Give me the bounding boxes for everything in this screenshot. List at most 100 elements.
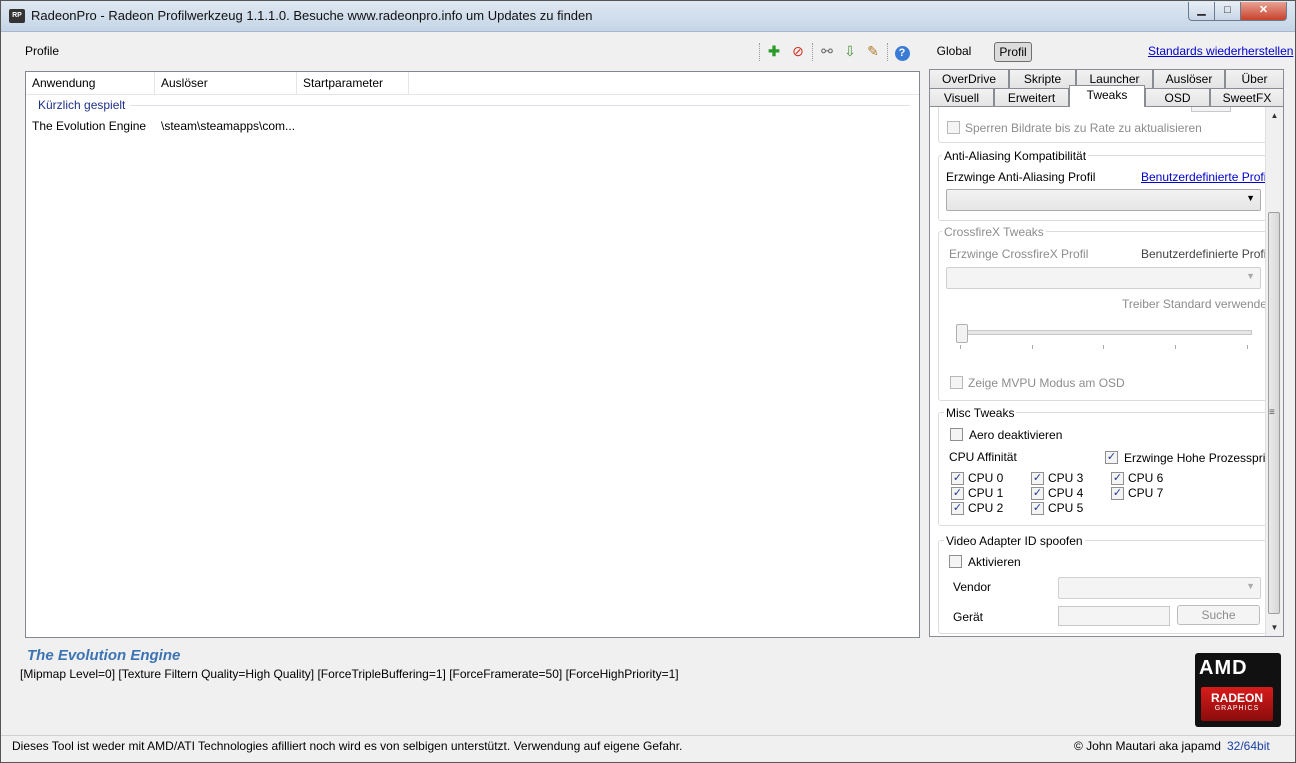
high-priority-checkbox[interactable]: ✓ xyxy=(1105,451,1118,464)
tab-osd[interactable]: OSD xyxy=(1145,88,1210,107)
graphics-text: GRAPHICS xyxy=(1214,705,1260,712)
search-button[interactable]: Suche xyxy=(1177,605,1260,625)
cpu7-checkbox[interactable]: ✓ xyxy=(1111,487,1124,500)
profile-params-summary: [Mipmap Level=0] [Texture Filtern Qualit… xyxy=(20,667,679,681)
help-icon[interactable]: ? xyxy=(892,41,912,61)
mvpu-checkbox[interactable] xyxy=(950,376,963,389)
aa-custom-profiles-link[interactable]: Benutzerdefinierte Profile v xyxy=(1141,170,1283,184)
aero-label: Aero deaktivieren xyxy=(969,428,1063,442)
tab-visual[interactable]: Visuell xyxy=(929,88,994,107)
column-header-trigger[interactable]: Auslöser xyxy=(155,72,297,94)
cpu5-checkbox[interactable]: ✓ xyxy=(1031,502,1044,515)
tab-scripts[interactable]: Skripte xyxy=(1009,69,1076,88)
author-text: © John Mautari aka japamd xyxy=(1074,739,1221,753)
minimize-icon: ▁ xyxy=(1197,4,1206,16)
tab-advanced[interactable]: Erweitert xyxy=(994,88,1069,107)
cpu4-label: CPU 4 xyxy=(1048,486,1084,500)
slider-tick xyxy=(1247,345,1248,349)
group-recently-played: Kürzlich gespielt xyxy=(38,98,126,112)
vendor-select[interactable]: ▼ xyxy=(1058,577,1261,599)
scroll-down-icon[interactable]: ▼ xyxy=(1266,619,1283,636)
cpu1-label: CPU 1 xyxy=(968,486,1004,500)
radeon-badge: RADEON GRAPHICS xyxy=(1201,687,1273,721)
crossfirex-group-title: CrossfireX Tweaks xyxy=(942,225,1046,239)
cpu6-checkbox[interactable]: ✓ xyxy=(1111,472,1124,485)
cpu3-label: CPU 3 xyxy=(1048,471,1084,485)
column-header-startparams[interactable]: Startparameter xyxy=(297,72,409,94)
cpu2-checkbox[interactable]: ✓ xyxy=(951,502,964,515)
device-input[interactable] xyxy=(1058,606,1170,626)
tab-triggers[interactable]: Auslöser xyxy=(1153,69,1225,88)
lock-framerate-label: Sperren Bildrate bis zu Rate zu aktualis… xyxy=(965,121,1202,135)
table-row[interactable]: The Evolution Engine \steam\steamapps\co… xyxy=(26,116,919,136)
column-header-application[interactable]: Anwendung xyxy=(26,72,155,94)
title-bar[interactable]: RP RadeonPro - Radeon Profilwerkzeug 1.1… xyxy=(1,1,1295,32)
cpu7-label: CPU 7 xyxy=(1128,486,1164,500)
main-window: RP RadeonPro - Radeon Profilwerkzeug 1.1… xyxy=(0,0,1296,763)
tab-sweetfx[interactable]: SweetFX xyxy=(1210,88,1284,107)
window-title: RadeonPro - Radeon Profilwerkzeug 1.1.1.… xyxy=(31,8,593,23)
selected-game-title: The Evolution Engine xyxy=(27,647,181,664)
crossfirex-slider-track[interactable] xyxy=(956,330,1252,335)
driver-default-label: Treiber Standard verwenden xyxy=(1122,297,1274,311)
scroll-up-icon[interactable]: ▲ xyxy=(1266,107,1283,124)
maximize-button[interactable]: □ xyxy=(1214,2,1241,21)
lock-framerate-checkbox[interactable] xyxy=(947,121,960,134)
cpu4-checkbox[interactable]: ✓ xyxy=(1031,487,1044,500)
crossfirex-slider-thumb[interactable] xyxy=(956,324,968,343)
aa-group xyxy=(938,155,1267,221)
crossfirex-profile-select[interactable]: ▼ xyxy=(946,267,1261,289)
close-button[interactable]: ✕ xyxy=(1240,2,1287,21)
spoof-enable-label: Aktivieren xyxy=(968,555,1021,569)
profiles-label: Profile xyxy=(25,44,60,58)
amd-radeon-logo: AMD RADEON GRAPHICS xyxy=(1195,653,1281,727)
restore-defaults-link[interactable]: Standards wiederherstellen xyxy=(1148,44,1293,58)
disclaimer-text: Dieses Tool ist weder mit AMD/ATI Techno… xyxy=(12,739,683,753)
minimize-button[interactable]: ▁ xyxy=(1188,2,1215,21)
delete-profile-icon[interactable]: ⊘ xyxy=(788,41,808,61)
profile-toggle[interactable]: Profil xyxy=(994,42,1032,62)
aa-group-title: Anti-Aliasing Kompatibilität xyxy=(942,149,1089,163)
bitness-text: 32/64bit xyxy=(1227,739,1270,753)
framerate-spinner[interactable] xyxy=(1191,107,1231,112)
broom-icon[interactable]: ✎ xyxy=(863,41,883,61)
cpu3-checkbox[interactable]: ✓ xyxy=(1031,472,1044,485)
row-trigger: \steam\steamapps\com... xyxy=(161,119,296,133)
crossfirex-force-label: Erzwinge CrossfireX Profil xyxy=(949,247,1089,261)
mvpu-label: Zeige MVPU Modus am OSD xyxy=(968,376,1125,390)
high-priority-label: Erzwinge Hohe Prozesspriorität xyxy=(1124,451,1284,465)
row-application: The Evolution Engine xyxy=(32,119,147,133)
crossfirex-custom-label: Benutzerdefinierte Profile v xyxy=(1141,247,1284,261)
spoof-enable-checkbox[interactable] xyxy=(949,555,962,568)
cpu1-checkbox[interactable]: ✓ xyxy=(951,487,964,500)
toolbar-separator xyxy=(887,43,889,61)
video-adapter-group-title: Video Adapter ID spoofen xyxy=(944,534,1085,548)
profile-list[interactable]: Anwendung Auslöser Startparameter Kürzli… xyxy=(25,71,920,638)
cpu2-label: CPU 2 xyxy=(968,501,1004,515)
toolbar-separator xyxy=(812,43,814,61)
aero-checkbox[interactable] xyxy=(950,428,963,441)
app-icon: RP xyxy=(9,9,25,23)
chevron-down-icon: ▼ xyxy=(1246,271,1255,281)
add-profile-icon[interactable]: ✚ xyxy=(764,41,784,61)
aa-profile-select[interactable]: ▼ xyxy=(946,189,1261,211)
misc-group-title: Misc Tweaks xyxy=(944,406,1017,420)
global-toggle[interactable]: Global xyxy=(930,42,978,62)
tab-tweaks[interactable]: Tweaks xyxy=(1069,85,1145,107)
cpu0-checkbox[interactable]: ✓ xyxy=(951,472,964,485)
panel-scrollbar[interactable]: ▲ ≡ ▼ xyxy=(1265,107,1283,636)
cpu6-label: CPU 6 xyxy=(1128,471,1164,485)
cpu5-label: CPU 5 xyxy=(1048,501,1084,515)
chevron-down-icon: ▼ xyxy=(1246,193,1255,203)
tab-overdrive[interactable]: OverDrive xyxy=(929,69,1009,88)
import-icon[interactable]: ⇩ xyxy=(840,41,860,61)
slider-tick xyxy=(1175,345,1176,349)
aa-force-label: Erzwinge Anti-Aliasing Profil xyxy=(946,170,1096,184)
radeon-text: RADEON xyxy=(1210,691,1263,705)
link-icon[interactable]: ⚯ xyxy=(817,41,837,61)
tab-about[interactable]: Über xyxy=(1225,69,1284,88)
maximize-icon: □ xyxy=(1224,4,1231,16)
close-icon: ✕ xyxy=(1258,4,1269,16)
tab-row-bottom: Visuell Erweitert Tweaks OSD SweetFX xyxy=(929,85,1284,107)
cpu-affinity-label: CPU Affinität xyxy=(949,450,1017,464)
